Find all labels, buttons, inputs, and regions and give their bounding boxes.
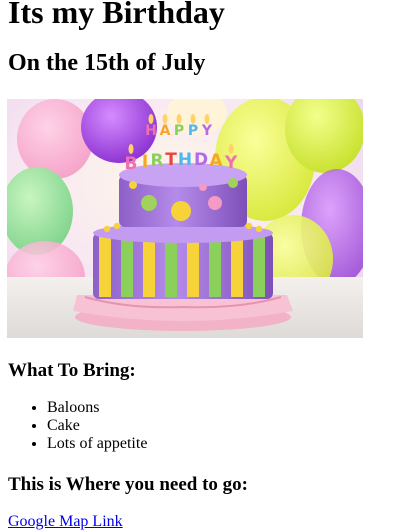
page-title: Its my Birthday xyxy=(8,0,225,30)
svg-text:P: P xyxy=(174,123,184,139)
svg-text:H: H xyxy=(145,123,157,139)
google-map-link[interactable]: Google Map Link xyxy=(8,513,123,531)
list-item: Lots of appetite xyxy=(47,435,147,453)
what-to-bring-heading: What To Bring: xyxy=(8,360,136,381)
svg-text:P: P xyxy=(188,123,198,139)
list-item: Cake xyxy=(47,417,147,435)
svg-text:A: A xyxy=(160,123,171,139)
page-subtitle: On the 15th of July xyxy=(8,50,206,76)
bring-list: Baloons Cake Lots of appetite xyxy=(8,399,147,453)
svg-text:Y: Y xyxy=(224,153,238,173)
svg-text:H: H xyxy=(178,150,192,170)
birthday-cake-image: H A P P Y B I R T H D A Y xyxy=(7,99,363,338)
list-item: Baloons xyxy=(47,399,147,417)
location-heading: This is Where you need to go: xyxy=(8,474,248,495)
svg-text:R: R xyxy=(150,151,163,171)
svg-text:T: T xyxy=(165,150,177,170)
svg-text:I: I xyxy=(142,152,148,172)
svg-text:D: D xyxy=(194,150,208,170)
svg-text:A: A xyxy=(209,151,223,171)
svg-text:Y: Y xyxy=(201,123,213,139)
svg-text:B: B xyxy=(125,154,138,174)
